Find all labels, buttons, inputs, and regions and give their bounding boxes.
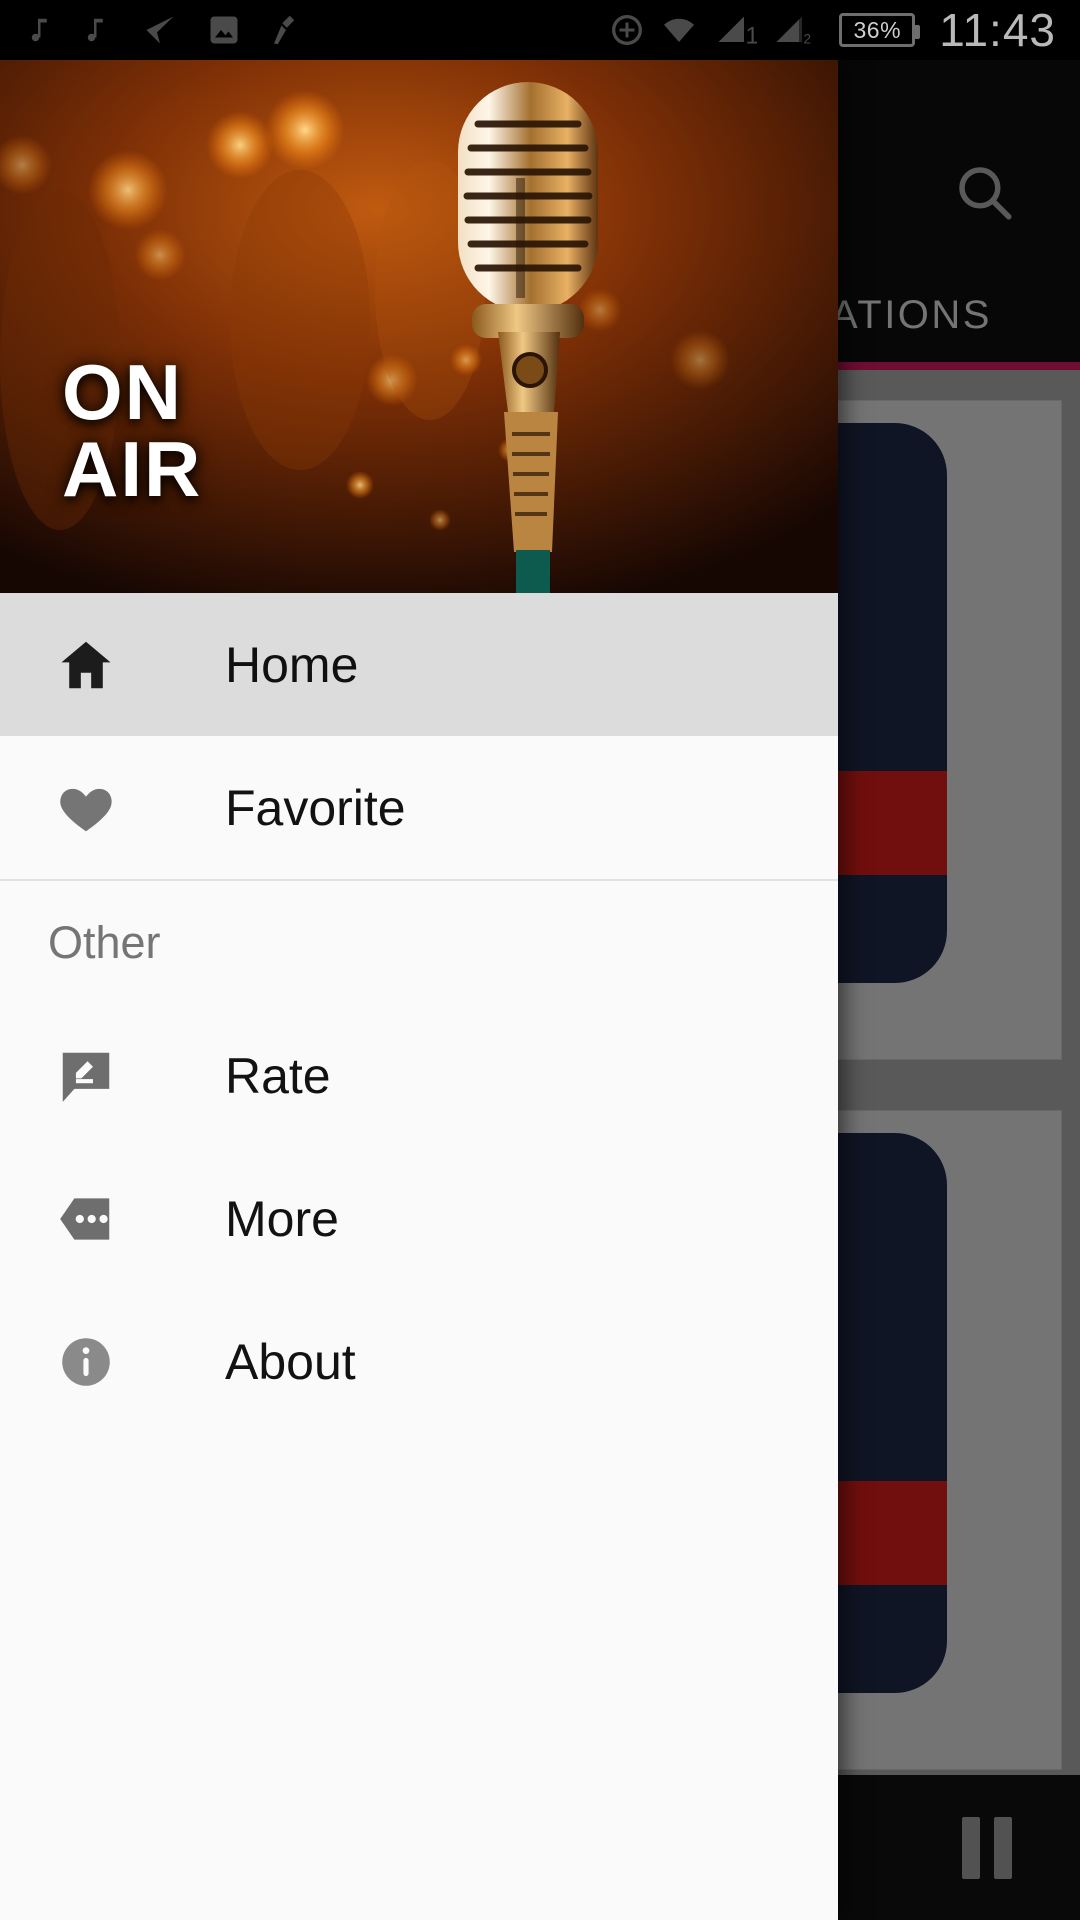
on-air-background-image (0, 60, 838, 593)
signal-1-icon: 1 (718, 16, 758, 49)
battery-percent: 36% (853, 16, 902, 43)
info-circle-icon (55, 1331, 125, 1393)
search-icon[interactable] (944, 152, 1024, 232)
music-note-icon (87, 18, 103, 42)
sidebar-item-about[interactable]: About (0, 1290, 838, 1433)
home-icon (55, 634, 125, 696)
navigation-drawer: ON AIR Home Favorite Other Rate More Abo… (0, 60, 838, 1920)
status-bar-clock: 11:43 (939, 4, 1056, 56)
broom-icon (274, 15, 295, 45)
wifi-icon (664, 18, 695, 42)
rate-review-icon (55, 1045, 125, 1107)
battery-indicator: 36% (839, 13, 921, 47)
status-bar-notification-icons (0, 12, 304, 48)
more-horizontal-icon (55, 1188, 125, 1250)
sidebar-item-home[interactable]: Home (0, 593, 838, 736)
sidebar-item-label: Home (225, 636, 359, 693)
sidebar-item-rate[interactable]: Rate (0, 1004, 838, 1147)
drawer-other-section: Other Rate More About (0, 881, 838, 1433)
svg-text:1: 1 (746, 23, 758, 49)
on-air-line-2: AIR (62, 424, 203, 513)
on-air-overlay-text: ON AIR (62, 348, 203, 513)
status-bar-system-icons: 1 2 36% 11:43 (609, 3, 1080, 57)
navigation-arrow-icon (146, 16, 174, 44)
drawer-primary-section: Home Favorite (0, 593, 838, 879)
sidebar-item-more[interactable]: More (0, 1147, 838, 1290)
sidebar-item-label: About (225, 1333, 356, 1390)
photo-icon (210, 16, 238, 44)
music-note-icon (31, 18, 47, 42)
drawer-section-header: Other (0, 881, 838, 1004)
pause-icon[interactable] (962, 1816, 1012, 1879)
status-bar: 1 2 36% 11:43 (0, 0, 1080, 60)
phone-screen: STATIONS OMA (0, 0, 1080, 1920)
drawer-header: ON AIR (0, 60, 838, 593)
sidebar-item-favorite[interactable]: Favorite (0, 736, 838, 879)
svg-text:2: 2 (804, 32, 812, 47)
sidebar-item-label: Rate (225, 1047, 331, 1104)
heart-icon (55, 777, 125, 839)
on-air-line-1: ON (62, 348, 183, 437)
sidebar-item-label: Favorite (225, 779, 406, 836)
signal-2-icon: 2 (776, 16, 812, 47)
add-circle-icon (612, 15, 643, 45)
sidebar-item-label: More (225, 1190, 339, 1247)
